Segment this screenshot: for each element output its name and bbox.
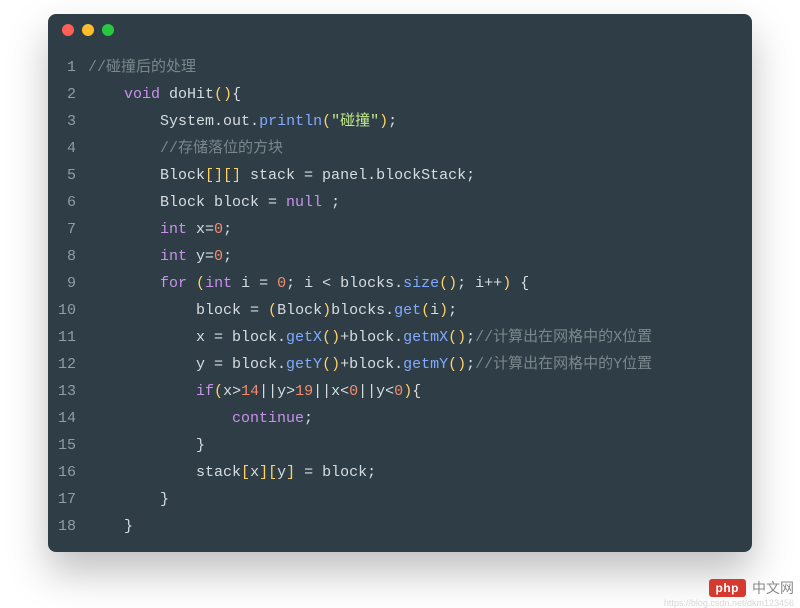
line-number: 6 <box>48 189 76 216</box>
code-line: x = block.getX()+block.getmX();//计算出在网格中… <box>88 324 752 351</box>
code-line: y = block.getY()+block.getmY();//计算出在网格中… <box>88 351 752 378</box>
code-line: stack[x][y] = block; <box>88 459 752 486</box>
maximize-icon[interactable] <box>102 24 114 36</box>
line-number: 13 <box>48 378 76 405</box>
minimize-icon[interactable] <box>82 24 94 36</box>
code-line: block = (Block)blocks.get(i); <box>88 297 752 324</box>
code-line: System.out.println("碰撞"); <box>88 108 752 135</box>
code-line: //存储落位的方块 <box>88 135 752 162</box>
line-number: 7 <box>48 216 76 243</box>
code-line: int y=0; <box>88 243 752 270</box>
code-line: for (int i = 0; i < blocks.size(); i++) … <box>88 270 752 297</box>
line-number: 17 <box>48 486 76 513</box>
code-line: Block[][] stack = panel.blockStack; <box>88 162 752 189</box>
code-line: } <box>88 486 752 513</box>
line-number: 11 <box>48 324 76 351</box>
code-editor-window: 123456789101112131415161718 //碰撞后的处理 voi… <box>48 14 752 552</box>
line-number: 4 <box>48 135 76 162</box>
code-line: Block block = null ; <box>88 189 752 216</box>
code-line: int x=0; <box>88 216 752 243</box>
code-content: //碰撞后的处理 void doHit(){ System.out.printl… <box>88 54 752 540</box>
code-line: } <box>88 432 752 459</box>
code-line: if(x>14||y>19||x<0||y<0){ <box>88 378 752 405</box>
line-number: 15 <box>48 432 76 459</box>
line-number: 18 <box>48 513 76 540</box>
code-area: 123456789101112131415161718 //碰撞后的处理 voi… <box>48 46 752 552</box>
line-number: 16 <box>48 459 76 486</box>
line-number: 1 <box>48 54 76 81</box>
line-number: 9 <box>48 270 76 297</box>
line-number-gutter: 123456789101112131415161718 <box>48 54 88 540</box>
line-number: 14 <box>48 405 76 432</box>
watermark: php 中文网 <box>709 578 795 598</box>
code-line: } <box>88 513 752 540</box>
code-line: //碰撞后的处理 <box>88 54 752 81</box>
line-number: 5 <box>48 162 76 189</box>
line-number: 10 <box>48 297 76 324</box>
close-icon[interactable] <box>62 24 74 36</box>
line-number: 3 <box>48 108 76 135</box>
code-line: continue; <box>88 405 752 432</box>
code-line: void doHit(){ <box>88 81 752 108</box>
line-number: 8 <box>48 243 76 270</box>
line-number: 12 <box>48 351 76 378</box>
window-titlebar <box>48 14 752 46</box>
watermark-url: https://blog.csdn.net/dkm123456 <box>664 598 794 608</box>
line-number: 2 <box>48 81 76 108</box>
watermark-logo: php <box>709 579 747 597</box>
watermark-text: 中文网 <box>752 578 794 598</box>
